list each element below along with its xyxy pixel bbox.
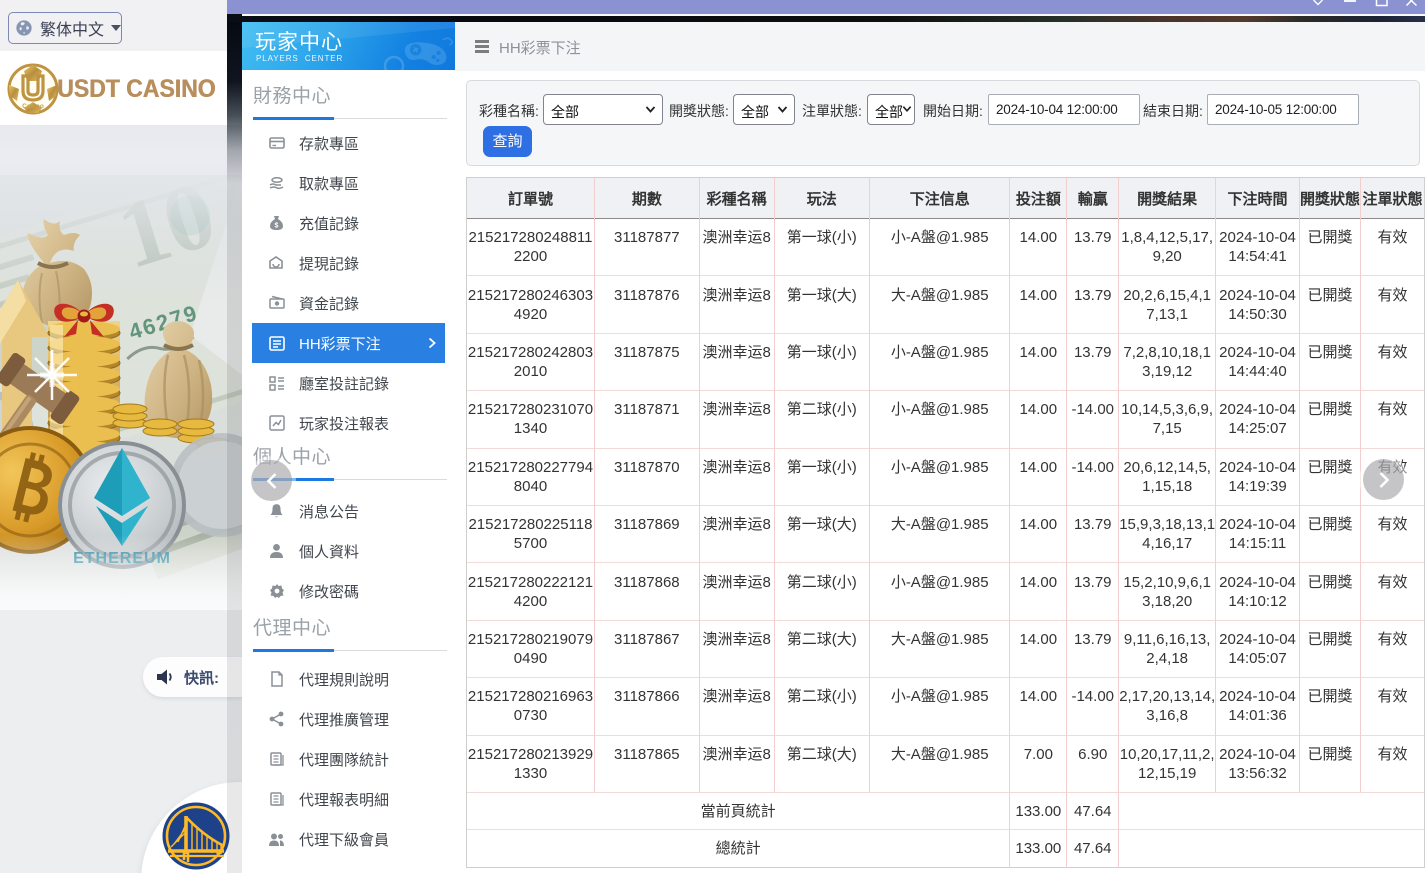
svg-text:$: $ (275, 223, 279, 230)
svg-text:Casino: Casino (22, 103, 44, 110)
